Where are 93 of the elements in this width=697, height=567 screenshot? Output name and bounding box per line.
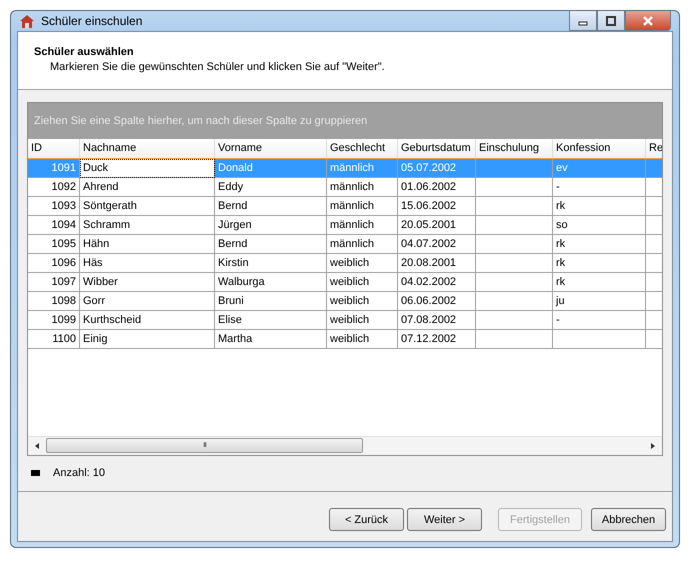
table-cell: 1093 <box>28 197 80 216</box>
wizard-button[interactable]: Abbrechen <box>591 508 666 531</box>
step-description: Markieren Sie die gewünschten Schüler und klicken Sie auf "Weiter". <box>49 61 386 73</box>
table-cell: Donald <box>215 159 327 178</box>
table-cell: Hähn <box>80 235 215 254</box>
wizard-button[interactable]: < Zurück <box>329 508 404 531</box>
table-row[interactable]: 1095 Hähn Bernd männlich 04.07.2002 rk <box>28 235 662 254</box>
table-cell: 1098 <box>28 292 80 311</box>
table-cell: 05.07.2002 <box>398 159 476 178</box>
table-cell: weiblich <box>327 330 398 349</box>
maximize-icon <box>606 16 616 26</box>
table-cell: Duck <box>80 159 215 178</box>
table-cell: 20.08.2001 <box>398 254 476 273</box>
table-cell: Walburga <box>215 273 327 292</box>
table-row[interactable]: 1092 Ahrend Eddy männlich 01.06.2002 - <box>28 178 662 197</box>
window-title: Schüler einschulen <box>41 14 142 28</box>
table-cell: Martha <box>215 330 327 349</box>
table-cell: 04.02.2002 <box>398 273 476 292</box>
wizard-button[interactable]: Weiter > <box>407 508 482 531</box>
table-row[interactable]: 1094 Schramm Jürgen männlich 20.05.2001 so <box>28 216 662 235</box>
close-icon <box>642 16 654 26</box>
table-cell: Elise <box>215 311 327 330</box>
table-cell: 1096 <box>28 254 80 273</box>
table-cell: Kurthscheid <box>80 311 215 330</box>
group-hint: Ziehen Sie eine Spalte hierher, um nach dieser Spalte zu gruppieren <box>34 115 368 127</box>
table-cell: 06.06.2002 <box>398 292 476 311</box>
table-cell: Söntgerath <box>80 197 215 216</box>
table-cell: Ahrend <box>80 178 215 197</box>
table-row[interactable]: 1098 Gorr Bruni weiblich 06.06.2002 ju <box>28 292 662 311</box>
column-header[interactable]: Geburtsdatum <box>398 139 476 158</box>
table-row[interactable]: 1099 Kurthscheid Elise weiblich 07.08.2002 - <box>28 311 662 330</box>
table-cell: Jürgen <box>215 216 327 235</box>
table-cell: 20.05.2001 <box>398 216 476 235</box>
right-arrow-icon[interactable] <box>649 442 657 450</box>
step-title: Schüler auswählen <box>34 46 135 58</box>
table-cell: 15.06.2002 <box>398 197 476 216</box>
table-cell: Bernd <box>215 197 327 216</box>
table-cell: männlich <box>327 197 398 216</box>
status-icon <box>31 470 40 476</box>
table-cell: 07.12.2002 <box>398 330 476 349</box>
table-cell: Wibber <box>80 273 215 292</box>
column-header[interactable]: ID <box>28 139 80 158</box>
table-cell: ev <box>553 159 646 178</box>
minimize-button[interactable] <box>569 11 597 31</box>
table-cell: Einig <box>80 330 215 349</box>
table-cell: - <box>553 311 646 330</box>
table-cell: weiblich <box>327 273 398 292</box>
table-cell: 1099 <box>28 311 80 330</box>
column-header[interactable]: Vorname <box>215 139 327 158</box>
table-cell: 1092 <box>28 178 80 197</box>
table-cell: Gorr <box>80 292 215 311</box>
table-cell: weiblich <box>327 311 398 330</box>
column-header[interactable]: Geschlecht <box>327 139 398 158</box>
table-cell: männlich <box>327 159 398 178</box>
count-label: Anzahl: 10 <box>53 467 105 479</box>
column-header[interactable]: Konfession <box>553 139 646 158</box>
table-cell: 1095 <box>28 235 80 254</box>
table-row[interactable]: 1096 Häs Kirstin weiblich 20.08.2001 rk <box>28 254 662 273</box>
table-cell: rk <box>553 197 646 216</box>
column-header[interactable]: Einschulung <box>476 139 553 158</box>
table-row[interactable]: 1100 Einig Martha weiblich 07.12.2002 <box>28 330 662 349</box>
table-cell: Bruni <box>215 292 327 311</box>
left-arrow-icon[interactable] <box>33 442 41 450</box>
table-cell: männlich <box>327 235 398 254</box>
maximize-button[interactable] <box>597 11 625 31</box>
table-row[interactable]: 1091 Duck Donald männlich 05.07.2002 ev <box>28 159 662 178</box>
table-row[interactable]: 1093 Söntgerath Bernd männlich 15.06.2002 rk <box>28 197 662 216</box>
house-icon <box>19 13 35 29</box>
table-cell: 1091 <box>28 159 80 178</box>
table-cell: Bernd <box>215 235 327 254</box>
table-cell: Kirstin <box>215 254 327 273</box>
table-cell: so <box>553 216 646 235</box>
table-cell: 04.07.2002 <box>398 235 476 254</box>
table-cell: - <box>553 178 646 197</box>
table-cell: 1100 <box>28 330 80 349</box>
table-cell: männlich <box>327 216 398 235</box>
column-header[interactable]: Nachname <box>80 139 215 158</box>
table-cell: weiblich <box>327 292 398 311</box>
table-cell: rk <box>553 235 646 254</box>
table-cell: ju <box>553 292 646 311</box>
table-row[interactable]: 1097 Wibber Walburga weiblich 04.02.2002 rk <box>28 273 662 292</box>
table-cell: weiblich <box>327 254 398 273</box>
table-cell: 1097 <box>28 273 80 292</box>
table-cell: Eddy <box>215 178 327 197</box>
table-cell: 07.08.2002 <box>398 311 476 330</box>
table-cell: 01.06.2002 <box>398 178 476 197</box>
table-cell: männlich <box>327 178 398 197</box>
table-cell: 1094 <box>28 216 80 235</box>
close-button[interactable] <box>625 11 671 31</box>
table-cell: rk <box>553 254 646 273</box>
table-cell: Schramm <box>80 216 215 235</box>
table-cell: rk <box>553 273 646 292</box>
table-cell: Häs <box>80 254 215 273</box>
